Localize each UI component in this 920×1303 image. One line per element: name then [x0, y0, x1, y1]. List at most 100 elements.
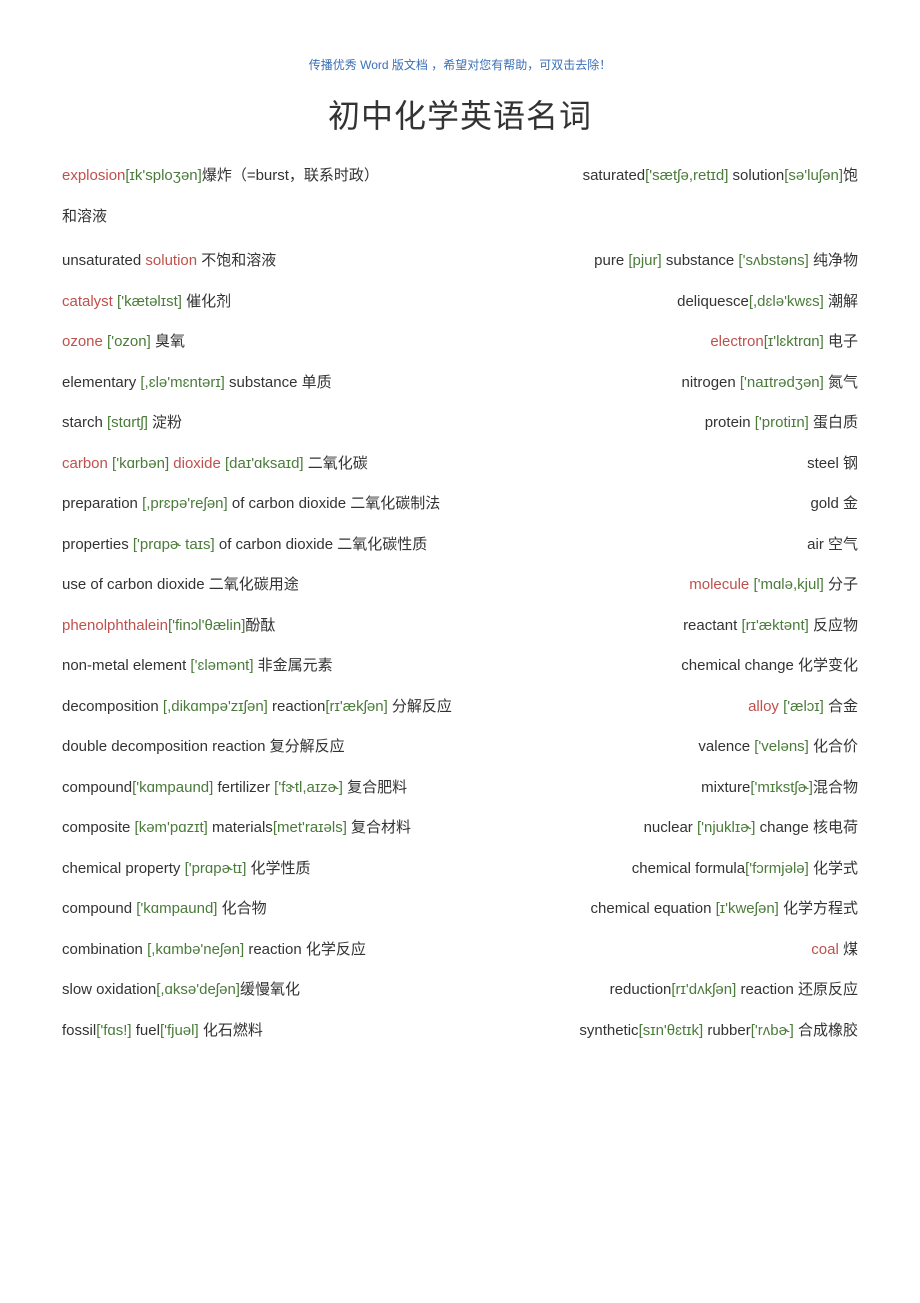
- text-segment: chemical formula: [632, 860, 745, 877]
- text-segment: valence: [698, 738, 754, 755]
- text-segment: double decomposition reaction 复分解反应: [62, 738, 345, 755]
- text-segment: reduction: [610, 981, 672, 998]
- left-term: ozone ['ozon] 臭氧: [62, 331, 185, 354]
- text-segment: preparation: [62, 495, 142, 512]
- text-segment: reaction 化学反应: [244, 941, 366, 958]
- text-segment: ozone: [62, 333, 107, 350]
- text-segment: 潮解: [824, 293, 858, 310]
- vocab-row: properties ['prɑpɚ taɪs] of carbon dioxi…: [62, 534, 858, 557]
- text-segment: 和溶液: [62, 208, 107, 225]
- right-term: valence ['veləns] 化合价: [698, 736, 858, 759]
- text-segment: [,kɑmbə'neʃən]: [147, 941, 244, 958]
- text-segment: 非金属元素: [254, 657, 333, 674]
- text-segment: [,ɑksə'deʃən]: [156, 981, 240, 998]
- text-segment: ['ælɔɪ]: [783, 698, 824, 715]
- left-term: chemical property ['prɑpɚtɪ] 化学性质: [62, 858, 311, 881]
- text-segment: ['kætəlɪst]: [117, 293, 182, 310]
- text-segment: [rɪ'dʌkʃən]: [671, 981, 736, 998]
- text-segment: solution: [728, 167, 784, 184]
- vocab-row: chemical property ['prɑpɚtɪ] 化学性质chemica…: [62, 858, 858, 881]
- text-segment: ['naɪtrədʒən]: [740, 374, 824, 391]
- text-segment: 煤: [843, 941, 858, 958]
- text-segment: 分子: [824, 576, 858, 593]
- text-segment: ['veləns]: [754, 738, 809, 755]
- text-segment: composite: [62, 819, 135, 836]
- text-segment: 化学方程式: [779, 900, 858, 917]
- left-term: phenolphthalein['finɔl'θælin]酚酞: [62, 615, 275, 638]
- text-segment: gold 金: [810, 495, 858, 512]
- text-segment: [,ɛlə'mɛntərɪ]: [140, 374, 224, 391]
- text-segment: 纯净物: [809, 252, 858, 269]
- left-term: fossil['fɑs!] fuel['fjuəl] 化石燃料: [62, 1020, 263, 1043]
- page-title: 初中化学英语名词: [62, 91, 858, 137]
- text-segment: reactant: [683, 617, 741, 634]
- text-segment: deliquesce: [677, 293, 749, 310]
- text-segment: chemical property: [62, 860, 185, 877]
- text-segment: [rɪ'ækʃən]: [325, 698, 387, 715]
- left-term: properties ['prɑpɚ taɪs] of carbon dioxi…: [62, 534, 427, 557]
- text-segment: 化学式: [809, 860, 858, 877]
- text-segment: 合成橡胶: [794, 1022, 858, 1039]
- text-segment: of carbon dioxide 二氧化碳性质: [215, 536, 428, 553]
- text-segment: 臭氧: [151, 333, 185, 350]
- text-segment: electron: [710, 333, 763, 350]
- text-segment: reaction: [268, 698, 326, 715]
- text-segment: ['finɔl'θælin]: [168, 617, 245, 634]
- vocab-row: starch [stɑrtʃ] 淀粉protein ['protiɪn] 蛋白质: [62, 412, 858, 435]
- text-segment: [sɪn'θɛtɪk]: [639, 1022, 704, 1039]
- text-segment: 化石燃料: [199, 1022, 263, 1039]
- right-term: chemical change 化学变化: [681, 655, 858, 678]
- text-segment: non-metal element: [62, 657, 190, 674]
- text-segment: elementary: [62, 374, 140, 391]
- right-term: chemical equation [ɪ'kweʃən] 化学方程式: [591, 898, 858, 921]
- text-segment: 复合材料: [347, 819, 411, 836]
- vocab-row: decomposition [,dikɑmpə'zɪʃən] reaction[…: [62, 696, 858, 719]
- left-term: decomposition [,dikɑmpə'zɪʃən] reaction[…: [62, 696, 452, 719]
- left-term: use of carbon dioxide 二氧化碳用途: [62, 574, 299, 597]
- text-segment: dioxide: [169, 455, 225, 472]
- text-segment: coal: [811, 941, 843, 958]
- right-term: coal 煤: [811, 939, 858, 962]
- right-term: nitrogen ['naɪtrədʒən] 氮气: [682, 372, 858, 395]
- text-segment: molecule: [689, 576, 753, 593]
- text-segment: ['prɑpɚtɪ]: [185, 860, 247, 877]
- text-segment: ['rʌbɚ]: [751, 1022, 794, 1039]
- text-segment: 蛋白质: [809, 414, 858, 431]
- right-term: mixture['mɪkstʃɚ]混合物: [701, 777, 858, 800]
- text-segment: nitrogen: [682, 374, 740, 391]
- right-term: gold 金: [810, 493, 858, 516]
- vocab-row: composite [kəm'pɑzɪt] materials[met'raɪə…: [62, 817, 858, 840]
- vocab-row: unsaturated solution 不饱和溶液pure [pjur] su…: [62, 250, 858, 273]
- text-segment: ['fɝtl,aɪzɚ]: [274, 779, 343, 796]
- text-segment: pure: [594, 252, 628, 269]
- vocab-row: fossil['fɑs!] fuel['fjuəl] 化石燃料 synthetic…: [62, 1020, 858, 1043]
- left-term: composite [kəm'pɑzɪt] materials[met'raɪə…: [62, 817, 411, 840]
- right-term: reduction[rɪ'dʌkʃən] reaction 还原反应: [610, 979, 858, 1002]
- text-segment: carbon: [62, 455, 112, 472]
- text-segment: 化学性质: [246, 860, 310, 877]
- text-segment: alloy: [748, 698, 783, 715]
- left-term: compound['kɑmpaund] fertilizer ['fɝtl,aɪ…: [62, 777, 407, 800]
- wrap-term: 和溶液: [62, 206, 107, 229]
- text-segment: use of carbon dioxide 二氧化碳用途: [62, 576, 299, 593]
- vocab-row: catalyst ['kætəlɪst] 催化剂deliquesce[,dɛlə…: [62, 291, 858, 314]
- text-segment: 不饱和溶液: [197, 252, 276, 269]
- text-segment: ['prɑpɚ taɪs]: [133, 536, 215, 553]
- right-term: synthetic[sɪn'θɛtɪk] rubber['rʌbɚ] 合成橡胶: [579, 1020, 858, 1043]
- text-segment: ['sætʃə,retɪd]: [645, 167, 728, 184]
- vocab-row: slow oxidation[,ɑksə'deʃən]缓慢氧化reduction…: [62, 979, 858, 1002]
- right-term: molecule ['mɑlə,kjul] 分子: [689, 574, 858, 597]
- text-segment: mixture: [701, 779, 750, 796]
- vocab-row: ozone ['ozon] 臭氧electron[ɪ'lɛktrɑn] 电子: [62, 331, 858, 354]
- vocab-list: explosion[ɪk'sploʒən]爆炸（=burst，联系时政）satu…: [62, 165, 858, 1042]
- text-segment: 缓慢氧化: [240, 981, 300, 998]
- text-segment: [met'raɪəls]: [273, 819, 347, 836]
- text-segment: 酚酞: [245, 617, 275, 634]
- right-term: protein ['protiɪn] 蛋白质: [705, 412, 858, 435]
- text-segment: phenolphthalein: [62, 617, 168, 634]
- text-segment: [stɑrtʃ]: [107, 414, 148, 431]
- vocab-row: elementary [,ɛlə'mɛntərɪ] substance 单质ni…: [62, 372, 858, 395]
- left-term: combination [,kɑmbə'neʃən] reaction 化学反应: [62, 939, 366, 962]
- text-segment: [kəm'pɑzɪt]: [135, 819, 208, 836]
- left-term: explosion[ɪk'sploʒən]爆炸（=burst，联系时政）: [62, 165, 379, 188]
